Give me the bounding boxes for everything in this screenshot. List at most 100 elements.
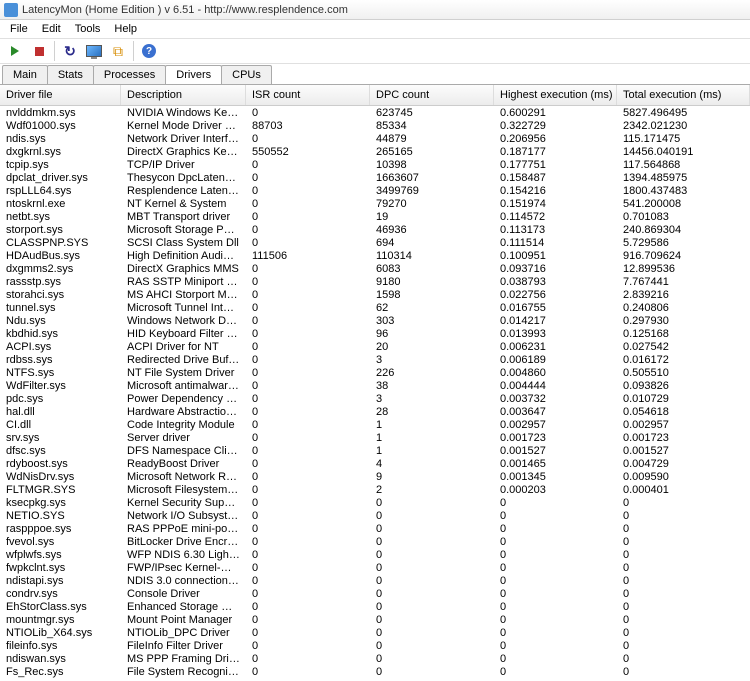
help-button[interactable]: ?	[138, 40, 160, 62]
table-row[interactable]: Wdf01000.sysKernel Mode Driver Framew...…	[0, 119, 750, 132]
cell-hi: 0.113173	[494, 224, 617, 236]
tab-processes[interactable]: Processes	[93, 65, 166, 84]
cell-isr: 0	[246, 536, 370, 548]
menu-tools[interactable]: Tools	[69, 22, 107, 36]
cell-hi: 0.600291	[494, 107, 617, 119]
table-row[interactable]: mountmgr.sysMount Point Manager0000	[0, 613, 750, 626]
table-row[interactable]: wfplwfs.sysWFP NDIS 6.30 Lightweight ...…	[0, 548, 750, 561]
grid-body[interactable]: nvlddmkm.sysNVIDIA Windows Kernel Mod...…	[0, 106, 750, 681]
cell-hi: 0.038793	[494, 276, 617, 288]
tab-cpus[interactable]: CPUs	[221, 65, 272, 84]
table-row[interactable]: NTFS.sysNT File System Driver02260.00486…	[0, 366, 750, 379]
cell-isr: 0	[246, 549, 370, 561]
table-row[interactable]: ksecpkg.sysKernel Security Support Pro..…	[0, 496, 750, 509]
table-row[interactable]: Fs_Rec.sysFile System Recognizer Driver0…	[0, 665, 750, 678]
cell-file: fwpkclnt.sys	[0, 562, 121, 574]
cell-desc: Microsoft Tunnel Interface D...	[121, 302, 246, 314]
cell-dpc: 96	[370, 328, 494, 340]
cell-isr: 0	[246, 185, 370, 197]
menu-edit[interactable]: Edit	[36, 22, 67, 36]
column-header[interactable]: DPC count	[370, 85, 494, 105]
cell-isr: 0	[246, 263, 370, 275]
table-row[interactable]: dxgmms2.sysDirectX Graphics MMS060830.09…	[0, 262, 750, 275]
cell-hi: 0	[494, 562, 617, 574]
cell-desc: Microsoft antimalware file sys...	[121, 380, 246, 392]
window-titlebar[interactable]: LatencyMon (Home Edition ) v 6.51 - http…	[0, 0, 750, 20]
cell-isr: 0	[246, 497, 370, 509]
table-row[interactable]: CI.dllCode Integrity Module010.0029570.0…	[0, 418, 750, 431]
table-row[interactable]: srv.sysServer driver010.0017230.001723	[0, 431, 750, 444]
column-header[interactable]: ISR count	[246, 85, 370, 105]
cell-hi: 0.114572	[494, 211, 617, 223]
cell-tot: 0	[617, 666, 750, 678]
table-row[interactable]: tcpip.sysTCP/IP Driver0103980.177751117.…	[0, 158, 750, 171]
reload-button[interactable]: ↻	[59, 40, 81, 62]
cell-tot: 0.004729	[617, 458, 750, 470]
cell-dpc: 85334	[370, 120, 494, 132]
cell-file: raspppoe.sys	[0, 523, 121, 535]
table-row[interactable]: kbdhid.sysHID Keyboard Filter Driver0960…	[0, 327, 750, 340]
table-row[interactable]: raspppoe.sysRAS PPPoE mini-port/call-m..…	[0, 522, 750, 535]
table-row[interactable]: ndistapi.sysNDIS 3.0 connection wrapp...…	[0, 574, 750, 587]
table-row[interactable]: netbt.sysMBT Transport driver0190.114572…	[0, 210, 750, 223]
cell-tot: 0.016172	[617, 354, 750, 366]
table-row[interactable]: HDAudBus.sysHigh Definition Audio Bus Dr…	[0, 249, 750, 262]
monitor-button[interactable]	[83, 40, 105, 62]
tab-main[interactable]: Main	[2, 65, 48, 84]
cell-file: pdc.sys	[0, 393, 121, 405]
cell-dpc: 0	[370, 536, 494, 548]
table-row[interactable]: WdFilter.sysMicrosoft antimalware file s…	[0, 379, 750, 392]
column-header[interactable]: Total execution (ms)	[617, 85, 750, 105]
tab-stats[interactable]: Stats	[47, 65, 94, 84]
table-row[interactable]: condrv.sysConsole Driver0000	[0, 587, 750, 600]
table-row[interactable]: nvlddmkm.sysNVIDIA Windows Kernel Mod...…	[0, 106, 750, 119]
cell-desc: ReadyBoost Driver	[121, 458, 246, 470]
table-row[interactable]: FLTMGR.SYSMicrosoft Filesystem Filter Ma…	[0, 483, 750, 496]
table-row[interactable]: storahci.sysMS AHCI Storport Miniport D.…	[0, 288, 750, 301]
table-row[interactable]: rassstp.sysRAS SSTP Miniport Call Mana..…	[0, 275, 750, 288]
processes-button[interactable]: ⧉	[107, 40, 129, 62]
table-row[interactable]: CLASSPNP.SYSSCSI Class System Dll06940.1…	[0, 236, 750, 249]
play-button[interactable]	[4, 40, 26, 62]
table-row[interactable]: dpclat_driver.sysThesycon DpcLatency Dri…	[0, 171, 750, 184]
stop-button[interactable]	[28, 40, 50, 62]
cell-desc: Code Integrity Module	[121, 419, 246, 431]
column-header[interactable]: Driver file	[0, 85, 121, 105]
cell-tot: 2342.021230	[617, 120, 750, 132]
table-row[interactable]: fwpkclnt.sysFWP/IPsec Kernel-Mode API000…	[0, 561, 750, 574]
table-row[interactable]: Ndu.sysWindows Network Data Usa...03030.…	[0, 314, 750, 327]
table-row[interactable]: fvevol.sysBitLocker Drive Encryption ...…	[0, 535, 750, 548]
table-row[interactable]: pdc.sysPower Dependency Coordin...030.00…	[0, 392, 750, 405]
cell-hi: 0	[494, 536, 617, 548]
table-row[interactable]: tunnel.sysMicrosoft Tunnel Interface D..…	[0, 301, 750, 314]
table-row[interactable]: ndis.sysNetwork Driver Interface Sp...04…	[0, 132, 750, 145]
table-row[interactable]: storport.sysMicrosoft Storage Port Drive…	[0, 223, 750, 236]
table-row[interactable]: ACPI.sysACPI Driver for NT0200.0062310.0…	[0, 340, 750, 353]
cell-file: rdyboost.sys	[0, 458, 121, 470]
table-row[interactable]: NETIO.SYSNetwork I/O Subsystem0000	[0, 509, 750, 522]
cell-tot: 0.010729	[617, 393, 750, 405]
table-row[interactable]: fileinfo.sysFileInfo Filter Driver0000	[0, 639, 750, 652]
cell-isr: 111506	[246, 250, 370, 262]
cell-isr: 0	[246, 562, 370, 574]
table-row[interactable]: NTIOLib_X64.sysNTIOLib_DPC Driver0000	[0, 626, 750, 639]
table-row[interactable]: ndiswan.sysMS PPP Framing Driver (Str...…	[0, 652, 750, 665]
table-row[interactable]: dxgkrnl.sysDirectX Graphics Kernel550552…	[0, 145, 750, 158]
table-row[interactable]: hal.dllHardware Abstraction Layer ...028…	[0, 405, 750, 418]
table-row[interactable]: dfsc.sysDFS Namespace Client Driver010.0…	[0, 444, 750, 457]
table-row[interactable]: rdyboost.sysReadyBoost Driver040.0014650…	[0, 457, 750, 470]
tab-drivers[interactable]: Drivers	[165, 65, 222, 84]
menu-help[interactable]: Help	[108, 22, 143, 36]
table-row[interactable]: WdNisDrv.sysMicrosoft Network Realtime I…	[0, 470, 750, 483]
cell-desc: ACPI Driver for NT	[121, 341, 246, 353]
column-header[interactable]: Highest execution (ms)	[494, 85, 617, 105]
cell-hi: 0.003647	[494, 406, 617, 418]
table-row[interactable]: rdbss.sysRedirected Drive Buffering S...…	[0, 353, 750, 366]
cell-tot: 5827.496495	[617, 107, 750, 119]
column-header[interactable]: Description	[121, 85, 246, 105]
table-row[interactable]: ntoskrnl.exeNT Kernel & System0792700.15…	[0, 197, 750, 210]
table-row[interactable]: EhStorClass.sysEnhanced Storage Class dr…	[0, 600, 750, 613]
table-row[interactable]: rspLLL64.sysResplendence Latency Monit..…	[0, 184, 750, 197]
menu-file[interactable]: File	[4, 22, 34, 36]
cell-isr: 0	[246, 510, 370, 522]
